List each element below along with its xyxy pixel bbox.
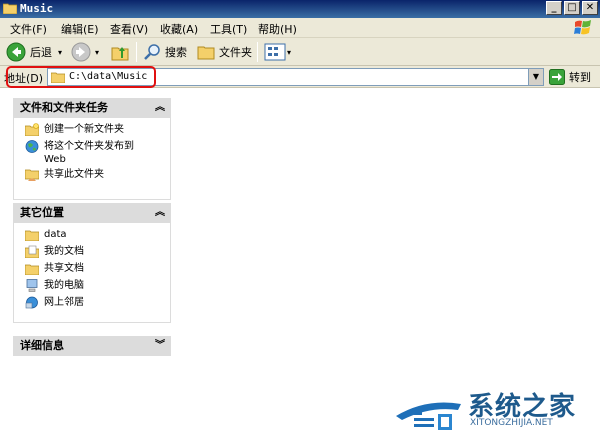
menu-favorites[interactable]: 收藏(A) <box>160 21 198 37</box>
toolbar-separator <box>136 42 137 62</box>
menu-bar: 文件(F) 编辑(E) 查看(V) 收藏(A) 工具(T) 帮助(H) <box>0 18 600 38</box>
chevron-down-icon[interactable]: ▾ <box>58 48 62 57</box>
folder-icon <box>3 3 17 14</box>
toolbar-separator <box>257 42 258 62</box>
details-panel-title: 详细信息 <box>20 339 64 352</box>
task-share-folder[interactable]: 共享此文件夹 <box>14 166 170 183</box>
windows-logo-icon <box>574 20 591 35</box>
views-button[interactable]: ▾ <box>264 41 291 63</box>
go-arrow-icon <box>549 69 565 85</box>
up-folder-icon <box>111 47 129 61</box>
forward-button[interactable]: ▾ <box>71 41 99 63</box>
share-folder-icon <box>25 169 39 181</box>
forward-arrow-icon <box>71 42 91 62</box>
collapse-icon[interactable]: ︽ <box>155 98 165 118</box>
tasks-panel: 文件和文件夹任务 ︽ 创建一个新文件夹 将这个文件夹发布到 Web 共享此文件夹 <box>13 98 171 200</box>
folders-icon <box>197 46 215 60</box>
folders-label: 文件夹 <box>219 46 252 59</box>
task-share-folder-label: 共享此文件夹 <box>44 169 104 180</box>
other-places-title: 其它位置 <box>20 206 64 219</box>
chevron-down-icon[interactable]: ▾ <box>95 48 99 57</box>
task-new-folder-label: 创建一个新文件夹 <box>44 124 124 135</box>
close-button[interactable]: ✕ <box>582 1 598 15</box>
tasks-panel-header[interactable]: 文件和文件夹任务 ︽ <box>13 98 171 118</box>
menu-tools[interactable]: 工具(T) <box>210 21 247 37</box>
place-data-label: data <box>44 229 67 240</box>
details-panel-header[interactable]: 详细信息 ︾ <box>13 336 171 356</box>
address-highlight-annotation <box>6 66 156 88</box>
up-folder-button[interactable] <box>110 41 130 63</box>
menu-edit[interactable]: 编辑(E) <box>61 21 99 37</box>
network-icon <box>25 296 38 309</box>
other-places-header[interactable]: 其它位置 ︽ <box>13 203 171 223</box>
folder-icon <box>25 230 39 241</box>
folders-button[interactable]: 文件夹 <box>196 41 252 63</box>
place-network[interactable]: 网上邻居 <box>14 294 170 311</box>
details-panel: 详细信息 ︾ <box>13 336 171 356</box>
place-shared-documents[interactable]: 共享文档 <box>14 260 170 277</box>
back-arrow-icon <box>6 42 26 62</box>
tasks-panel-title: 文件和文件夹任务 <box>20 101 108 114</box>
shared-folder-icon <box>25 264 39 275</box>
other-places-panel: 其它位置 ︽ data 我的文档 共享文档 我的电脑 网上邻居 <box>13 203 171 323</box>
minimize-button[interactable]: _ <box>546 1 562 15</box>
menu-view[interactable]: 查看(V) <box>110 21 148 37</box>
task-publish-web[interactable]: 将这个文件夹发布到 Web <box>14 138 144 166</box>
views-icon <box>264 43 286 61</box>
expand-icon[interactable]: ︾ <box>155 336 165 356</box>
go-button[interactable]: 转到 <box>549 68 591 86</box>
window-title: Music <box>20 2 54 15</box>
back-label: 后退 <box>30 46 52 59</box>
toolbar: 后退 ▾ ▾ 搜索 文件夹 ▾ <box>0 38 600 66</box>
address-dropdown-button[interactable]: ▼ <box>528 69 543 85</box>
computer-icon <box>26 279 38 292</box>
go-label: 转到 <box>569 71 591 84</box>
place-data[interactable]: data <box>14 226 170 243</box>
task-pane: 文件和文件夹任务 ︽ 创建一个新文件夹 将这个文件夹发布到 Web 共享此文件夹… <box>0 89 184 444</box>
task-publish-web-label: 将这个文件夹发布到 Web <box>44 141 134 165</box>
globe-icon <box>25 140 39 153</box>
back-button[interactable]: 后退 ▾ <box>6 41 62 63</box>
title-bar: Music _ □ ✕ <box>0 0 600 18</box>
documents-folder-icon <box>25 245 39 258</box>
place-my-documents[interactable]: 我的文档 <box>14 243 170 260</box>
menu-help[interactable]: 帮助(H) <box>258 21 297 37</box>
place-my-documents-label: 我的文档 <box>44 246 84 257</box>
search-label: 搜索 <box>165 46 187 59</box>
place-my-computer-label: 我的电脑 <box>44 280 84 291</box>
maximize-button[interactable]: □ <box>564 1 580 15</box>
menu-file[interactable]: 文件(F) <box>10 21 47 37</box>
place-shared-documents-label: 共享文档 <box>44 263 84 274</box>
task-new-folder[interactable]: 创建一个新文件夹 <box>14 121 170 138</box>
new-folder-icon <box>25 123 39 136</box>
chevron-down-icon[interactable]: ▾ <box>287 48 291 57</box>
collapse-icon[interactable]: ︽ <box>155 203 165 223</box>
search-button[interactable]: 搜索 <box>142 41 187 63</box>
place-network-label: 网上邻居 <box>44 297 84 308</box>
place-my-computer[interactable]: 我的电脑 <box>14 277 170 294</box>
watermark-url: XITONGZHIJIA.NET <box>470 418 553 428</box>
search-icon <box>144 44 160 60</box>
